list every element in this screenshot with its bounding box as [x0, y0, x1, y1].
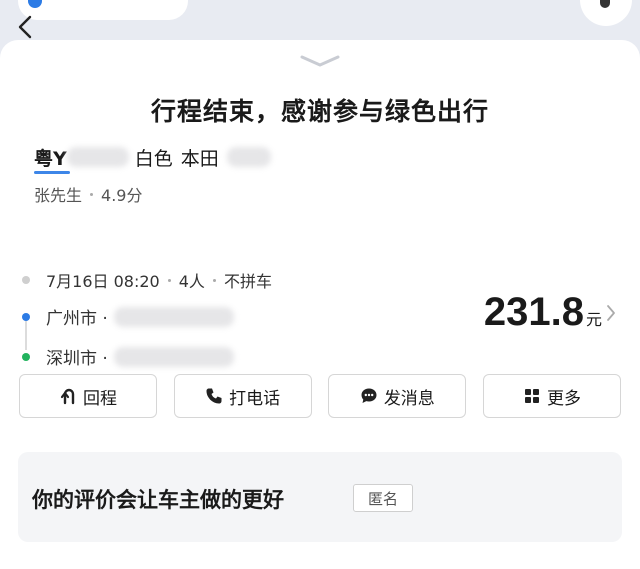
- destination-redacted: [113, 346, 234, 367]
- message-label: 发消息: [383, 388, 435, 409]
- message-button[interactable]: 发消息: [328, 374, 467, 418]
- origin-redacted: [113, 306, 234, 327]
- review-prompt: 你的评价会让车主做的更好: [32, 488, 284, 512]
- destination-bullet: [22, 352, 30, 361]
- trip-carpool: 不拼车: [223, 272, 272, 291]
- return-trip-label: 回程: [83, 388, 117, 409]
- price-amount: 231.8: [483, 290, 584, 334]
- separator-dot: [212, 278, 216, 282]
- page-title: 行程结束，感谢参与绿色出行: [150, 97, 489, 126]
- chevron-right-icon: [607, 304, 615, 321]
- model-redacted: [226, 147, 271, 167]
- origin-bullet: [22, 312, 30, 321]
- trip-summary: 7月16日 08:20 4人 不拼车: [22, 268, 272, 292]
- safety-pill[interactable]: [18, 0, 188, 20]
- trip-passengers: 4人: [178, 272, 205, 291]
- route-destination: 深圳市 ·: [22, 344, 234, 369]
- driver-info: 张先生 4.9分: [34, 182, 142, 206]
- more-button[interactable]: 更多: [482, 374, 621, 418]
- call-label: 打电话: [229, 388, 281, 409]
- call-button[interactable]: 打电话: [173, 374, 312, 418]
- sheet-collapse-icon[interactable]: [296, 54, 344, 68]
- trip-price[interactable]: 231.8 元: [484, 290, 616, 335]
- separator-dot: [167, 278, 171, 282]
- anonymous-badge[interactable]: 匿名: [353, 484, 413, 512]
- driver-name: 张先生: [34, 186, 83, 205]
- message-icon: [361, 388, 377, 403]
- grid-icon: [524, 389, 539, 403]
- plate-redacted: [66, 147, 129, 167]
- phone-icon: [206, 388, 222, 404]
- vehicle-info: 粤Y 白色 本田: [34, 142, 271, 174]
- action-bar: 回程 打电话 发消息 更多: [19, 374, 621, 418]
- license-plate: 粤Y: [34, 144, 70, 174]
- more-label: 更多: [546, 388, 581, 409]
- vehicle-color: 白色: [134, 147, 173, 170]
- origin-city: 广州市 ·: [46, 309, 108, 329]
- vehicle-model: 本田: [180, 147, 219, 170]
- plate-prefix: 粤Y: [34, 147, 67, 170]
- price-unit: 元: [585, 310, 602, 329]
- plate-underline: [34, 170, 70, 174]
- driver-rating: 4.9分: [101, 186, 143, 205]
- return-trip-button[interactable]: 回程: [19, 374, 157, 418]
- chevron-left-icon[interactable]: [14, 14, 38, 40]
- route-origin: 广州市 ·: [22, 304, 234, 329]
- trip-datetime: 7月16日 08:20: [46, 272, 160, 291]
- return-icon: [60, 388, 75, 405]
- time-bullet: [22, 276, 30, 284]
- separator-dot: [90, 192, 94, 196]
- destination-city: 深圳市 ·: [46, 349, 108, 369]
